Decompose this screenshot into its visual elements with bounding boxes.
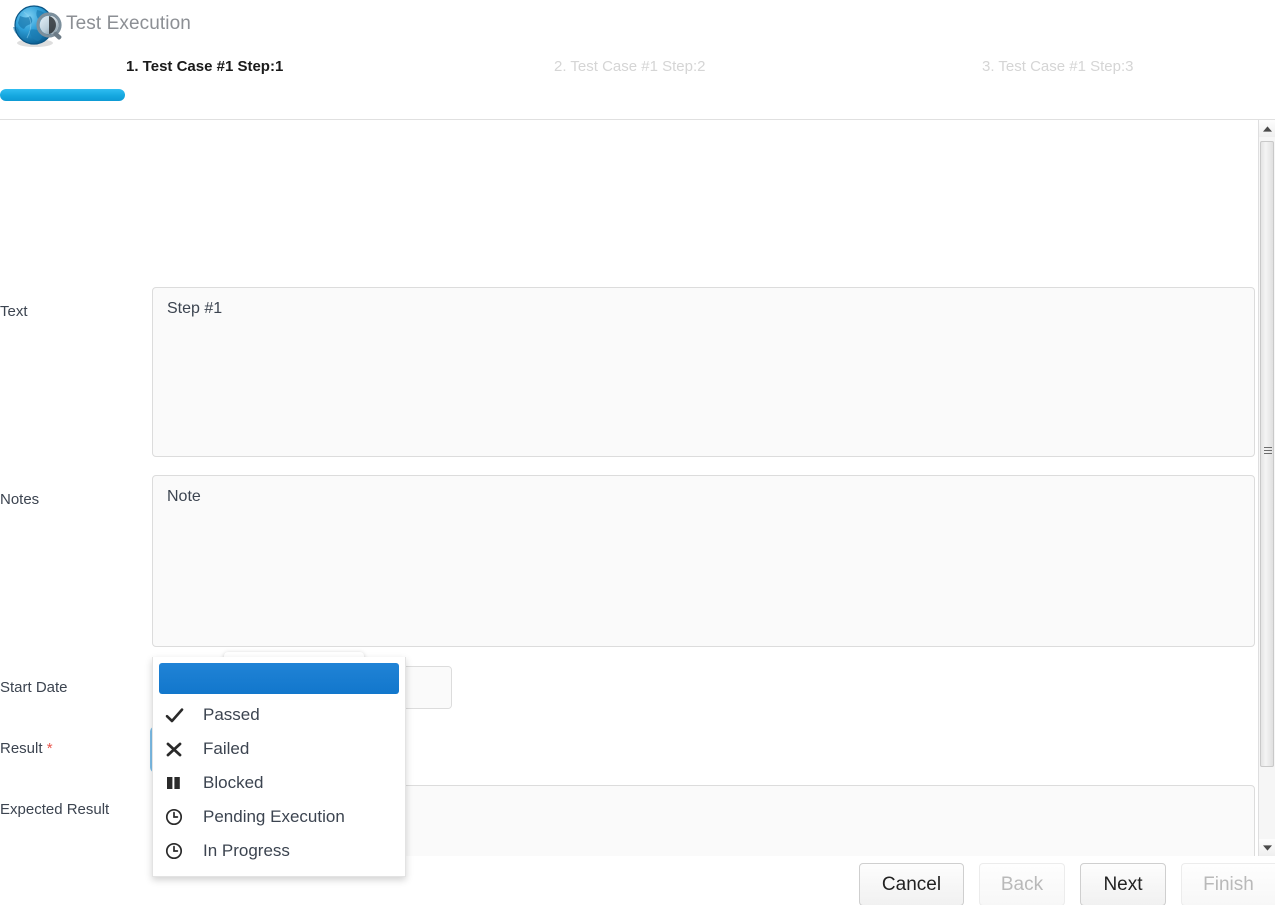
result-option-failed-label: Failed <box>195 739 249 759</box>
result-option-in-progress[interactable]: In Progress <box>153 834 405 868</box>
wizard-step-2[interactable]: 2. Test Case #1 Step:2 <box>554 58 706 75</box>
wizard-progress-fill <box>0 89 125 101</box>
wizard-step-1[interactable]: 1. Test Case #1 Step:1 <box>126 58 283 75</box>
result-option-in-progress-label: In Progress <box>195 841 290 861</box>
result-option-blocked[interactable]: Blocked <box>153 766 405 800</box>
next-button[interactable]: Next <box>1080 863 1166 905</box>
result-option-failed[interactable]: Failed <box>153 732 405 766</box>
expected-result-label: Expected Result <box>0 801 109 818</box>
result-label-text: Result <box>0 740 43 757</box>
check-icon <box>165 707 195 724</box>
finish-button: Finish <box>1181 863 1275 905</box>
result-option-passed[interactable]: Passed <box>153 698 405 732</box>
wizard-step-list: 1. Test Case #1 Step:1 2. Test Case #1 S… <box>0 58 1275 88</box>
page-title: Test Execution <box>66 13 191 35</box>
globe-search-icon <box>11 3 67 49</box>
result-field-label: Result * <box>0 740 53 757</box>
notes-field-label: Notes <box>0 491 39 508</box>
start-date-label: Start Date <box>0 679 68 696</box>
text-textarea[interactable]: Step #1 <box>152 287 1255 457</box>
text-field-label: Text <box>0 303 28 320</box>
result-option-blocked-label: Blocked <box>195 773 263 793</box>
result-option-passed-label: Passed <box>195 705 260 725</box>
scrollbar-thumb[interactable] <box>1260 141 1274 767</box>
app-header: Test Execution <box>0 0 1275 52</box>
vertical-scrollbar[interactable] <box>1258 120 1275 856</box>
wizard-progress-track <box>0 89 1275 101</box>
required-marker: * <box>47 740 53 757</box>
wizard-step-3[interactable]: 3. Test Case #1 Step:3 <box>982 58 1134 75</box>
cancel-button[interactable]: Cancel <box>859 863 964 905</box>
clock-icon <box>165 842 195 860</box>
result-option-blank[interactable] <box>159 663 399 694</box>
cross-icon <box>165 741 195 758</box>
scroll-up-arrow-icon[interactable] <box>1259 120 1275 137</box>
back-button: Back <box>979 863 1065 905</box>
clock-icon <box>165 808 195 826</box>
scroll-down-arrow-icon[interactable] <box>1259 839 1275 856</box>
blocked-bars-icon <box>165 775 195 791</box>
scrollbar-grip-icon <box>1264 447 1272 455</box>
test-execution-window: Test Execution 1. Test Case #1 Step:1 2.… <box>0 0 1275 905</box>
result-option-pending-execution[interactable]: Pending Execution <box>153 800 405 834</box>
notes-textarea[interactable]: Note <box>152 475 1255 647</box>
result-dropdown-list[interactable]: Passed Failed Blocked <box>152 657 406 877</box>
result-option-pending-execution-label: Pending Execution <box>195 807 345 827</box>
